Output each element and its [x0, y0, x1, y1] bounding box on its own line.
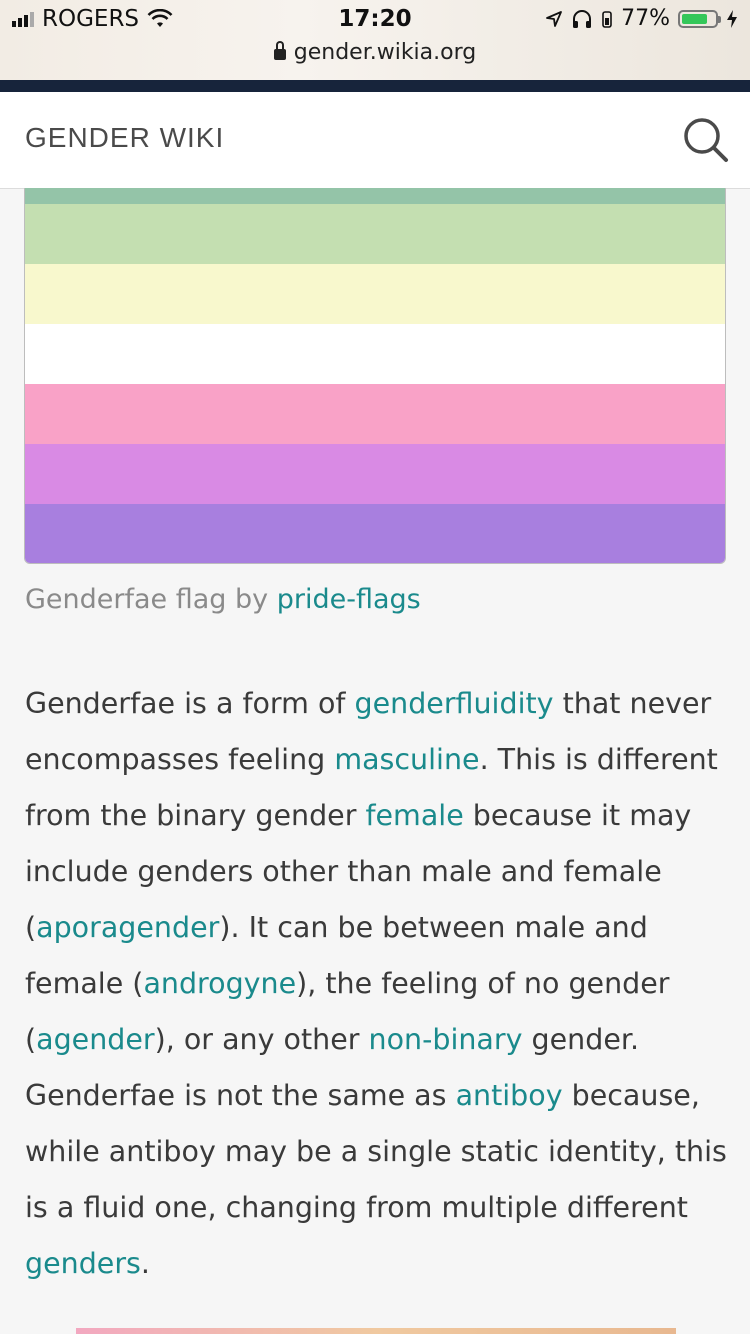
address-bar[interactable]: gender.wikia.org: [0, 40, 750, 65]
flag-stripe: [25, 504, 725, 563]
link-genders[interactable]: genders: [25, 1247, 141, 1280]
link-androgyne[interactable]: androgyne: [143, 967, 296, 1000]
caption-text: Genderfae flag by: [25, 584, 277, 615]
status-bar: ROGERS 17:20 gender.wikia.org 77%: [0, 0, 750, 80]
link-genderfluidity[interactable]: genderfluidity: [355, 687, 554, 720]
battery-percent: 77%: [621, 6, 670, 31]
charging-icon: [727, 9, 737, 28]
flag-stripe: [25, 384, 725, 444]
headphone-battery-icon: [602, 10, 612, 28]
site-title[interactable]: GENDER WIKI: [25, 122, 224, 154]
paragraph-text: .: [140, 1247, 150, 1280]
paragraph-text: ), or any other: [154, 1023, 369, 1056]
search-button[interactable]: [682, 116, 730, 164]
link-aporagender[interactable]: aporagender: [36, 911, 219, 944]
battery-icon: [678, 9, 721, 28]
flag-stripe: [25, 444, 725, 504]
flag-stripe: [25, 264, 725, 324]
location-arrow-icon: [546, 10, 562, 27]
lock-icon: [273, 41, 286, 60]
wiki-header: GENDER WIKI: [0, 92, 750, 189]
flag-stripe: [25, 204, 725, 264]
link-female[interactable]: female: [365, 799, 463, 832]
link-masculine[interactable]: masculine: [334, 743, 479, 776]
flag-stripe: [25, 324, 725, 384]
url-text: gender.wikia.org: [293, 40, 477, 65]
link-antiboy[interactable]: antiboy: [456, 1079, 563, 1112]
paragraph-text: Genderfae is a form of: [25, 687, 355, 720]
header-accent-bar: [0, 80, 750, 92]
image-caption: Genderfae flag by pride-flags: [25, 584, 421, 615]
link-agender[interactable]: agender: [36, 1023, 155, 1056]
flag-stripe: [25, 188, 725, 204]
article-paragraph: Genderfae is a form of genderfluidity th…: [25, 676, 731, 1292]
caption-link-pride-flags[interactable]: pride-flags: [277, 584, 421, 615]
status-right: 77%: [545, 6, 738, 31]
genderfae-flag-image[interactable]: [24, 188, 726, 564]
search-icon: [684, 118, 728, 162]
headphones-icon: [573, 9, 592, 28]
next-image-preview[interactable]: [76, 1328, 676, 1334]
link-non-binary[interactable]: non-binary: [369, 1023, 523, 1056]
